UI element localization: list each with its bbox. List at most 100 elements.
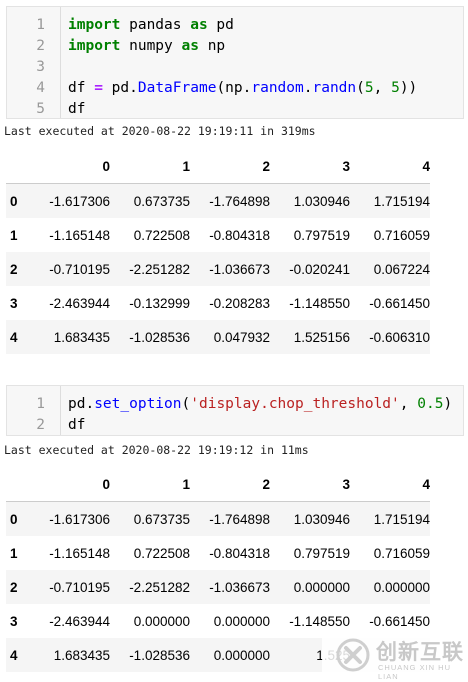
code-token: = bbox=[94, 80, 103, 96]
table-cell: -1.148550 bbox=[289, 295, 350, 311]
table-cell: -0.208283 bbox=[209, 295, 270, 311]
table-cell: 1.683435 bbox=[30, 320, 110, 354]
table-cell: 0.673735 bbox=[110, 501, 190, 536]
column-header: 1 bbox=[110, 467, 190, 502]
x-logo-icon bbox=[336, 638, 370, 672]
line-number: 1 bbox=[36, 17, 45, 33]
column-header: 0 bbox=[30, 467, 110, 502]
line-number: 4 bbox=[36, 80, 45, 96]
code-token: ( bbox=[356, 80, 365, 96]
table-cell: -2.463944 bbox=[49, 295, 110, 311]
table-cell: -1.617306 bbox=[30, 183, 110, 218]
code-token: pd. bbox=[68, 396, 95, 412]
table-cell: -1.036673 bbox=[190, 570, 270, 604]
execution-status-2: Last executed at 2020-08-22 19:19:12 in … bbox=[4, 443, 309, 457]
code-line: 5 df bbox=[7, 99, 463, 120]
code-token: randn bbox=[312, 80, 357, 96]
table-cell: 1.525156 bbox=[270, 320, 350, 354]
table-cell: 1.715194 bbox=[350, 501, 430, 536]
code-token: ) bbox=[443, 396, 453, 412]
code-cell-1[interactable]: 1 import pandas as pd 2 import numpy as np 3… bbox=[6, 6, 464, 119]
code-text: df bbox=[68, 99, 85, 120]
line-number: 2 bbox=[36, 417, 45, 433]
table-row: 0 -1.617306 0.673735 -1.764898 1.030946 1.715… bbox=[6, 501, 430, 536]
table-cell: 0.047932 bbox=[190, 320, 270, 354]
table-cell: 0.722508 bbox=[133, 545, 190, 561]
code-token: import bbox=[68, 38, 121, 54]
table-row: 1 -1.165148 0.722508 -0.804318 0.797519 0.716… bbox=[6, 218, 430, 252]
column-header: 2 bbox=[190, 149, 270, 184]
column-header: 1 bbox=[110, 149, 190, 184]
table-cell: -0.710195 bbox=[30, 570, 110, 604]
line-number: 3 bbox=[36, 59, 45, 75]
code-token: 5 bbox=[364, 80, 374, 96]
table-cell: 0.000000 bbox=[213, 613, 270, 629]
row-index: 2 bbox=[6, 570, 30, 604]
table-cell: -1.036673 bbox=[190, 252, 270, 286]
table-cell: -0.710195 bbox=[30, 252, 110, 286]
code-text: import numpy as np bbox=[68, 36, 225, 57]
column-header: 4 bbox=[350, 467, 430, 502]
code-line: 2 df bbox=[7, 415, 463, 436]
row-index: 1 bbox=[10, 545, 18, 561]
table-cell: -1.764898 bbox=[190, 501, 270, 536]
column-header: 3 bbox=[270, 149, 350, 184]
code-token: pd. bbox=[102, 80, 138, 96]
code-text: pd.set_option('display.chop_threshold', … bbox=[68, 394, 452, 415]
table-cell: 0.716059 bbox=[373, 545, 430, 561]
index-header bbox=[6, 149, 30, 184]
table-header-row: 0 1 2 3 4 bbox=[6, 149, 430, 184]
table-cell: -0.804318 bbox=[209, 545, 270, 561]
code-token: df bbox=[68, 417, 86, 433]
table-cell: 1.030946 bbox=[270, 183, 350, 218]
row-index: 4 bbox=[6, 320, 30, 354]
code-line: 1 pd.set_option('display.chop_threshold',… bbox=[7, 394, 463, 415]
table-cell: -0.606310 bbox=[350, 320, 430, 354]
watermark-text: 创新互联 bbox=[376, 640, 464, 664]
table-row: 2 -0.710195 -2.251282 -1.036673 0.000000 0.00… bbox=[6, 570, 430, 604]
row-index: 0 bbox=[6, 183, 30, 218]
row-index: 3 bbox=[10, 295, 18, 311]
watermark-subtext: CHUANG XIN HU LIAN bbox=[378, 663, 452, 681]
table-cell: 0.673735 bbox=[110, 183, 190, 218]
execution-status-1: Last executed at 2020-08-22 19:19:11 in … bbox=[4, 124, 316, 138]
code-token: DataFrame bbox=[137, 80, 217, 96]
code-token: np bbox=[198, 38, 226, 54]
code-token: as bbox=[181, 38, 199, 54]
code-token: import bbox=[68, 17, 121, 33]
row-index: 2 bbox=[6, 252, 30, 286]
table-cell: 0.716059 bbox=[373, 227, 430, 243]
table-row: 1 -1.165148 0.722508 -0.804318 0.797519 0.716… bbox=[6, 536, 430, 570]
code-text: df bbox=[68, 415, 85, 436]
table-cell: -0.804318 bbox=[209, 227, 270, 243]
table-row: 4 1.683435 -1.028536 0.047932 1.525156 -0.606… bbox=[6, 320, 430, 354]
table-header-row: 0 1 2 3 4 bbox=[6, 467, 430, 502]
row-index: 0 bbox=[6, 501, 30, 536]
column-header: 3 bbox=[270, 467, 350, 502]
code-line: 3 bbox=[7, 57, 463, 78]
table-cell: -1.165148 bbox=[49, 545, 110, 561]
table-cell: 0.000000 bbox=[133, 613, 190, 629]
code-cell-2[interactable]: 1 pd.set_option('display.chop_threshold',… bbox=[6, 385, 464, 436]
code-token: df bbox=[68, 80, 95, 96]
row-index: 3 bbox=[10, 613, 18, 629]
table-row: 3 -2.463944 -0.132999 -0.208283 -1.148550 -0.… bbox=[6, 286, 430, 320]
code-token: numpy bbox=[120, 38, 182, 54]
code-token: , bbox=[399, 396, 418, 412]
code-token: 0.5 bbox=[417, 396, 444, 412]
table-cell: 0.722508 bbox=[133, 227, 190, 243]
column-header: 0 bbox=[30, 149, 110, 184]
code-text: df = pd.DataFrame(np.random.randn(5, 5)) bbox=[68, 78, 417, 99]
table-cell: 0.000000 bbox=[350, 570, 430, 604]
table-row: 2 -0.710195 -2.251282 -1.036673 -0.020241 0.0… bbox=[6, 252, 430, 286]
code-token: ( bbox=[181, 396, 191, 412]
table-cell: 0.067224 bbox=[350, 252, 430, 286]
row-index: 1 bbox=[10, 227, 18, 243]
line-number: 5 bbox=[36, 101, 45, 117]
table-row: 0 -1.617306 0.673735 -1.764898 1.030946 1.715… bbox=[6, 183, 430, 218]
line-number: 2 bbox=[36, 38, 45, 54]
code-line: 2 import numpy as np bbox=[7, 36, 463, 57]
table-cell: -0.132999 bbox=[129, 295, 190, 311]
table-cell: -1.617306 bbox=[30, 501, 110, 536]
watermark: 创新互联 CHUANG XIN HU LIAN bbox=[322, 630, 468, 682]
